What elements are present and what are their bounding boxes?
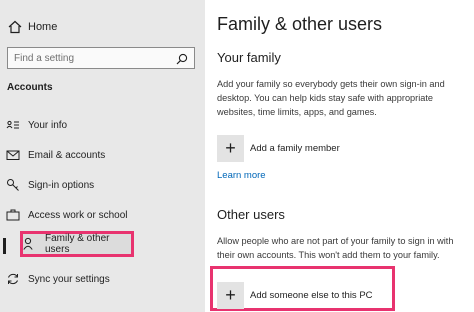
sidebar-item-email-accounts[interactable]: Email & accounts — [0, 142, 200, 168]
person-add-icon — [23, 237, 37, 251]
settings-sidebar: Home Find a setting Accounts Your info E… — [0, 0, 205, 312]
person-card-icon — [6, 118, 20, 132]
sidebar-item-label: Sync your settings — [28, 273, 110, 285]
search-placeholder: Find a setting — [14, 52, 75, 64]
sidebar-item-family-other-users[interactable]: Family & other users — [20, 231, 134, 257]
search-setting-input[interactable]: Find a setting — [7, 47, 195, 69]
sidebar-item-sync-settings[interactable]: Sync your settings — [0, 266, 200, 292]
sidebar-item-sign-in-options[interactable]: Sign-in options — [0, 172, 200, 198]
add-someone-else-button[interactable]: + Add someone else to this PC — [217, 282, 373, 309]
other-users-description: Allow people who are not part of your fa… — [217, 236, 454, 260]
sync-icon — [6, 272, 20, 286]
plus-icon: + — [217, 282, 244, 309]
plus-icon: + — [217, 135, 244, 162]
add-family-member-button[interactable]: + Add a family member — [217, 135, 340, 162]
accounts-section-title: Accounts — [7, 82, 53, 93]
sidebar-item-label: Sign-in options — [28, 179, 95, 191]
add-someone-else-label: Add someone else to this PC — [250, 290, 373, 301]
learn-more-link[interactable]: Learn more — [217, 170, 266, 181]
sidebar-item-access-work-school[interactable]: Access work or school — [0, 202, 200, 228]
home-icon — [8, 20, 22, 34]
your-family-heading: Your family — [217, 50, 281, 65]
mail-icon — [6, 148, 20, 162]
selection-indicator — [3, 238, 6, 254]
main-content: Family & other users Your family Add you… — [205, 0, 474, 312]
briefcase-icon — [6, 208, 20, 222]
page-title: Family & other users — [217, 14, 383, 34]
add-family-member-label: Add a family member — [250, 143, 340, 154]
home-label: Home — [28, 21, 58, 33]
sidebar-item-label: Access work or school — [28, 209, 128, 221]
your-family-description: Add your family so everybody gets their … — [217, 79, 445, 117]
sidebar-item-your-info[interactable]: Your info — [0, 112, 200, 138]
other-users-heading: Other users — [217, 207, 285, 222]
key-icon — [6, 178, 20, 192]
search-icon[interactable] — [176, 52, 188, 65]
sidebar-item-label: Family & other users — [45, 233, 110, 255]
sidebar-item-label: Your info — [28, 119, 68, 131]
home-nav-item[interactable]: Home — [8, 17, 198, 37]
sidebar-item-label: Email & accounts — [28, 149, 106, 161]
